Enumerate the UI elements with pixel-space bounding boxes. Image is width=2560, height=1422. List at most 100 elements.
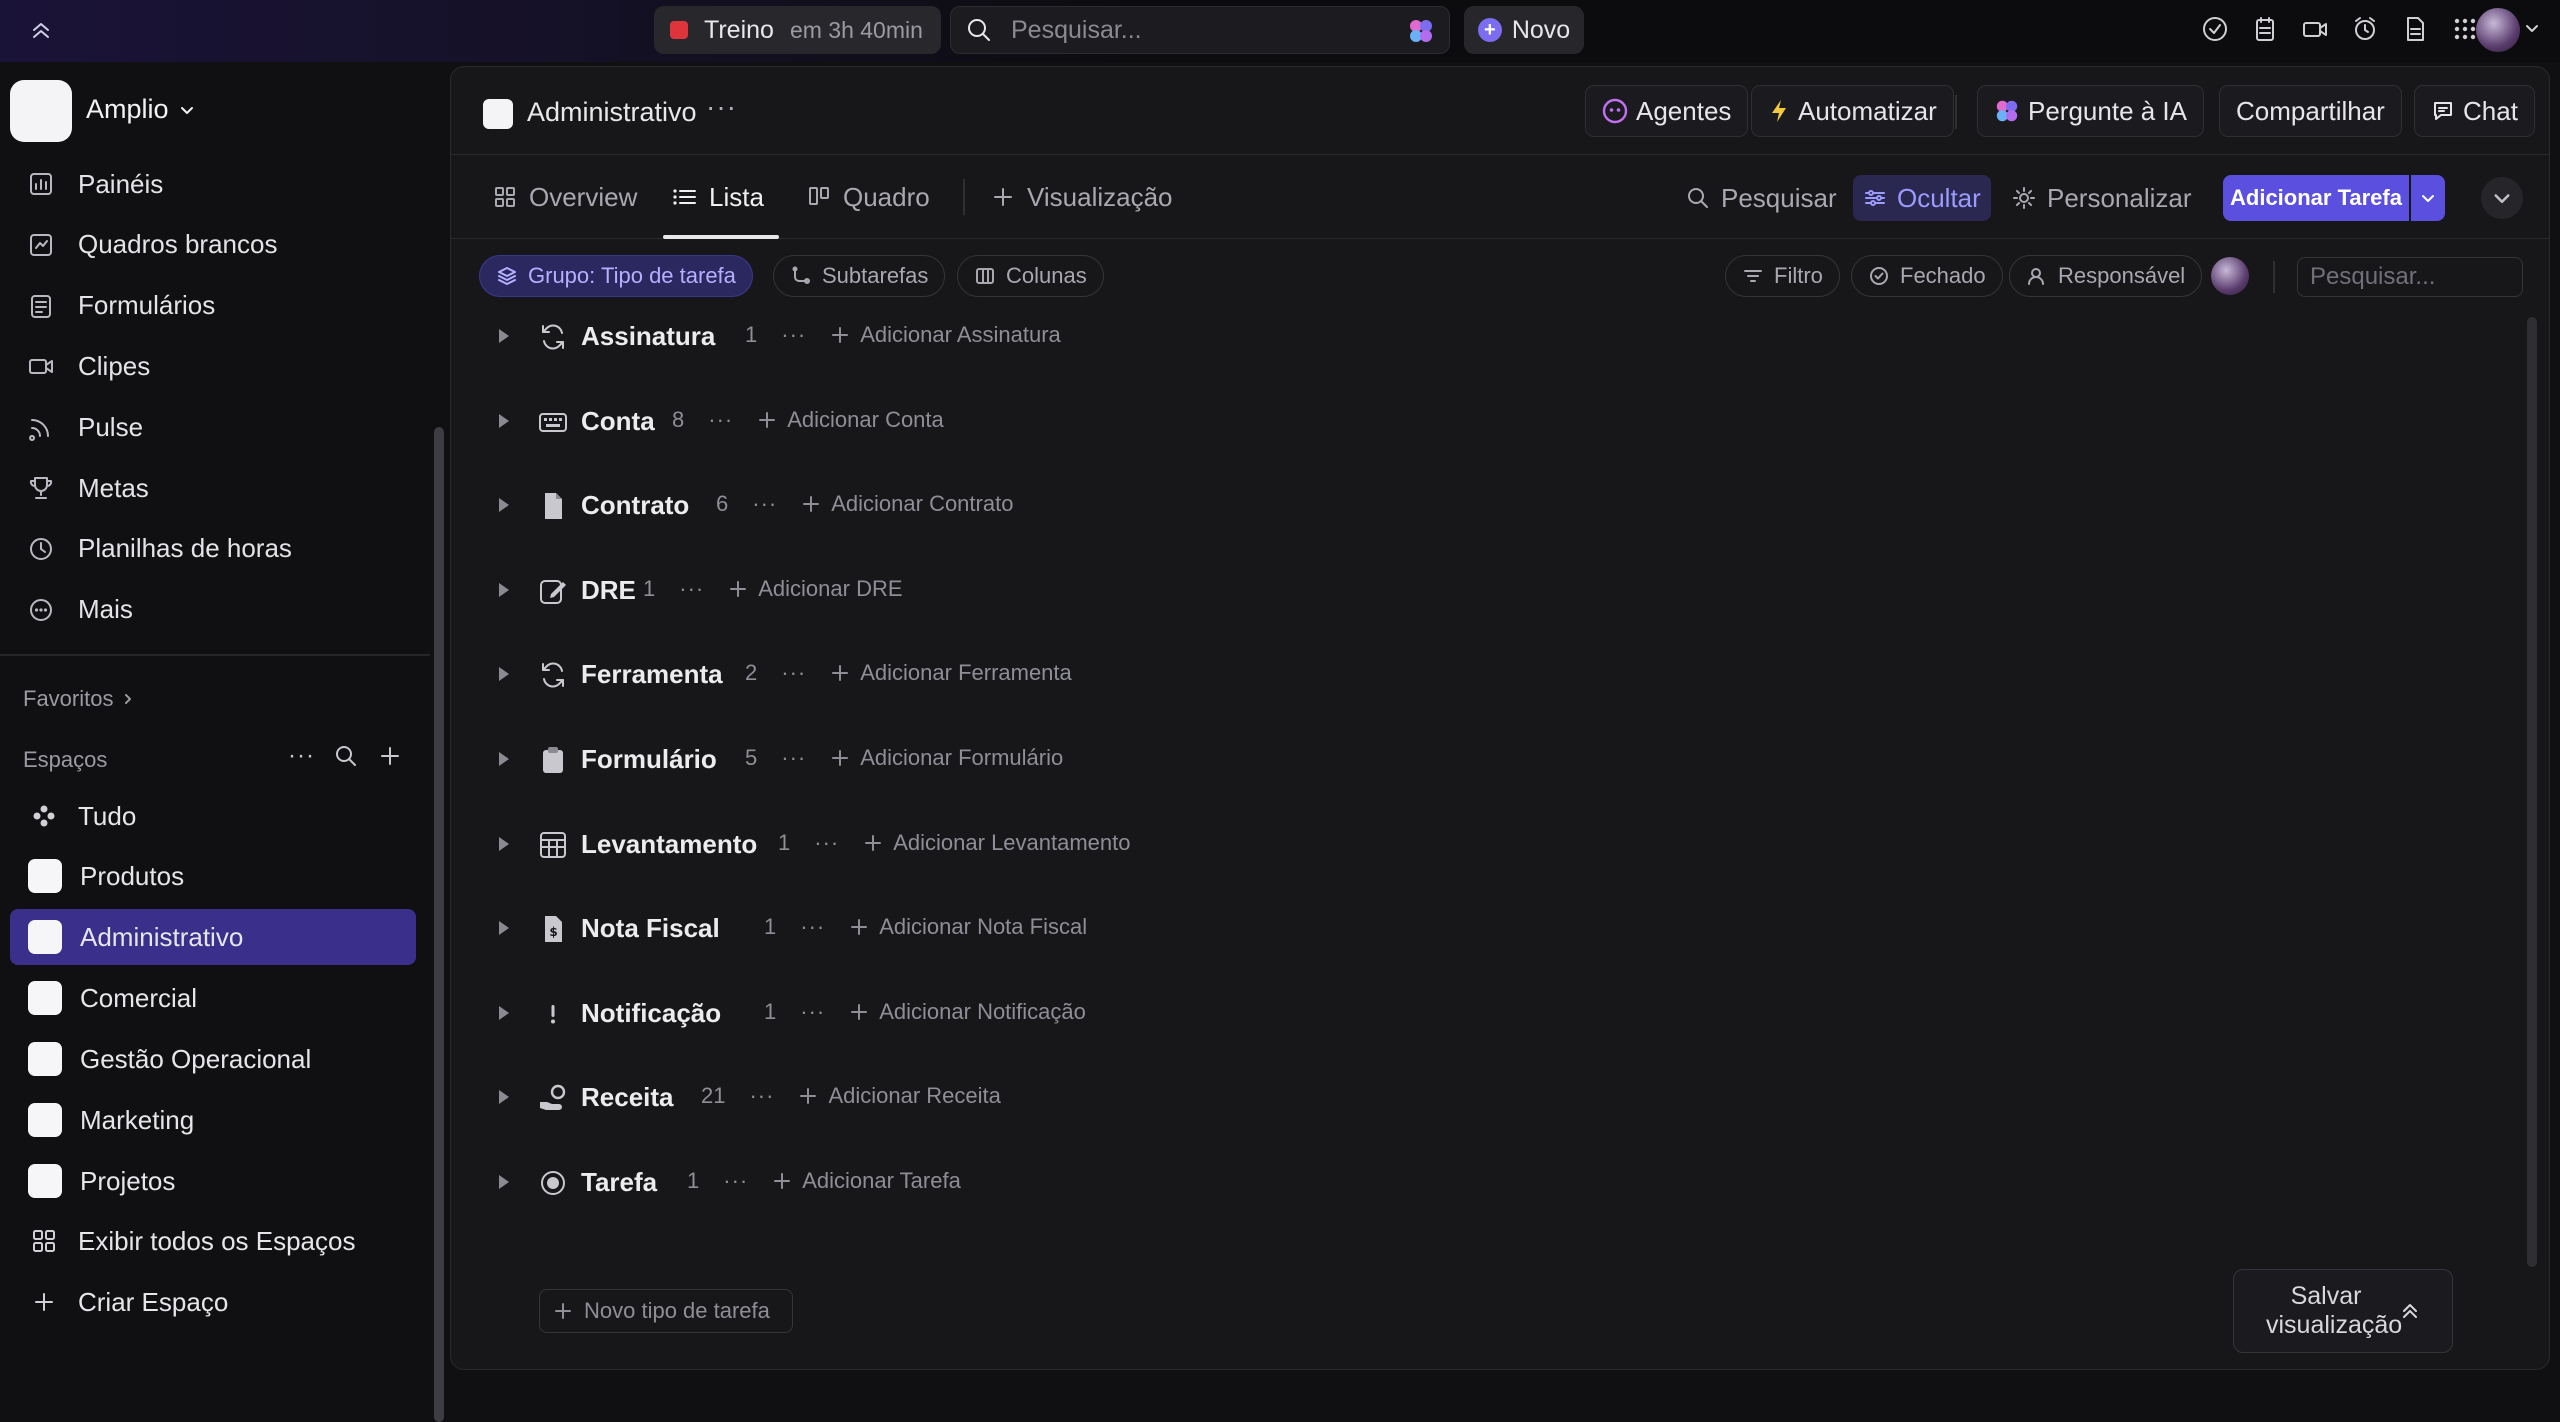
group-title[interactable]: Nota Fiscal <box>581 913 720 944</box>
closed-chip[interactable]: Fechado <box>1851 255 2003 297</box>
share-button[interactable]: Compartilhar <box>2219 85 2402 137</box>
space-item-marketing[interactable]: Marketing <box>10 1092 416 1148</box>
group-row[interactable]: Conta 8 ··· Adicionar Conta <box>451 392 2511 452</box>
sidebar-item-pulse[interactable]: Pulse <box>0 401 440 453</box>
more-icon[interactable]: ··· <box>749 1083 774 1109</box>
group-row[interactable]: Notificação 1 ··· Adicionar Notificação <box>451 984 2511 1044</box>
columns-chip[interactable]: Colunas <box>957 255 1104 297</box>
group-title[interactable]: Notificação <box>581 998 721 1029</box>
notepad-icon[interactable] <box>2250 14 2280 44</box>
group-title[interactable]: Assinatura <box>581 321 715 352</box>
group-title[interactable]: DRE <box>581 575 636 606</box>
filter-chip[interactable]: Filtro <box>1725 255 1840 297</box>
group-title[interactable]: Contrato <box>581 490 689 521</box>
sidebar-scrollbar[interactable] <box>434 427 444 1422</box>
timer-pill[interactable]: Treino em 3h 40min <box>654 6 941 54</box>
add-to-group-button[interactable]: Adicionar DRE <box>728 576 903 602</box>
tab-list[interactable]: Lista <box>671 155 764 239</box>
add-to-group-button[interactable]: Adicionar Nota Fiscal <box>849 914 1087 940</box>
save-view-button[interactable]: Salvar visualização <box>2233 1269 2453 1353</box>
more-icon[interactable]: ··· <box>723 1168 748 1194</box>
subtasks-chip[interactable]: Subtarefas <box>773 255 946 297</box>
view-all-spaces[interactable]: Exibir todos os Espaços <box>10 1213 416 1269</box>
new-button[interactable]: + Novo <box>1464 6 1584 54</box>
favorites-header[interactable]: Favoritos <box>23 686 135 712</box>
collapse-button[interactable] <box>2481 177 2523 219</box>
group-title[interactable]: Formulário <box>581 744 717 775</box>
top-search-input[interactable]: Pesquisar... <box>950 6 1450 54</box>
chat-button[interactable]: Chat <box>2414 85 2535 137</box>
add-to-group-button[interactable]: Adicionar Ferramenta <box>830 660 1072 686</box>
video-icon[interactable] <box>2300 14 2330 44</box>
space-item-all[interactable]: Tudo <box>10 788 416 844</box>
plus-icon[interactable] <box>377 743 403 769</box>
more-icon[interactable]: ··· <box>706 91 737 123</box>
group-by-chip[interactable]: Grupo: Tipo de tarefa <box>479 255 753 297</box>
group-row[interactable]: Formulário 5 ··· Adicionar Formulário <box>451 730 2511 790</box>
sidebar-item-forms[interactable]: Formulários <box>0 280 440 332</box>
tab-add-view[interactable]: Visualização <box>991 155 1173 239</box>
group-row[interactable]: Contrato 6 ··· Adicionar Contrato <box>451 476 2511 536</box>
add-task-button[interactable]: Adicionar Tarefa <box>2223 175 2409 221</box>
add-to-group-button[interactable]: Adicionar Contrato <box>801 491 1013 517</box>
space-item-projetos[interactable]: Projetos <box>10 1153 416 1209</box>
group-row[interactable]: Tarefa 1 ··· Adicionar Tarefa <box>451 1153 2511 1213</box>
assignee-chip[interactable]: Responsável <box>2009 255 2203 297</box>
add-to-group-button[interactable]: Adicionar Levantamento <box>863 830 1131 856</box>
more-icon[interactable]: ··· <box>288 742 315 770</box>
agents-button[interactable]: Agentes <box>1585 85 1749 137</box>
filter-search-input[interactable]: Pesquisar... <box>2297 257 2523 297</box>
expand-arrow-icon[interactable] <box>499 752 509 766</box>
more-icon[interactable]: ··· <box>781 322 806 348</box>
more-icon[interactable]: ··· <box>708 407 733 433</box>
expand-arrow-icon[interactable] <box>499 921 509 936</box>
chevron-down-icon[interactable] <box>2524 20 2540 36</box>
new-task-type-button[interactable]: Novo tipo de tarefa <box>539 1289 793 1333</box>
search-tool-button[interactable]: Pesquisar <box>1675 175 1847 221</box>
main-scrollbar[interactable] <box>2527 317 2537 1267</box>
search-icon[interactable] <box>333 743 359 769</box>
tab-board[interactable]: Quadro <box>807 155 930 239</box>
expand-arrow-icon[interactable] <box>499 1090 509 1105</box>
customize-button[interactable]: Personalizar <box>2001 175 2202 221</box>
more-icon[interactable]: ··· <box>752 491 777 517</box>
group-row[interactable]: $ Nota Fiscal 1 ··· Adicionar Nota Fiscal <box>451 899 2511 959</box>
expand-arrow-icon[interactable] <box>499 1175 509 1189</box>
add-to-group-button[interactable]: Adicionar Formulário <box>830 745 1063 771</box>
stop-icon[interactable] <box>670 21 688 39</box>
add-to-group-button[interactable]: Adicionar Conta <box>757 407 944 433</box>
workspace-logo[interactable] <box>10 80 72 142</box>
add-to-group-button[interactable]: Adicionar Receita <box>798 1083 1001 1109</box>
user-avatar[interactable] <box>2476 8 2520 52</box>
ai-sparkle-icon[interactable] <box>1407 17 1435 45</box>
more-icon[interactable]: ··· <box>814 830 839 856</box>
group-title[interactable]: Ferramenta <box>581 659 723 690</box>
space-item-administrativo[interactable]: Administrativo <box>10 909 416 965</box>
expand-arrow-icon[interactable] <box>499 329 509 343</box>
sidebar-item-more[interactable]: Mais <box>0 584 440 636</box>
add-to-group-button[interactable]: Adicionar Notificação <box>849 999 1086 1025</box>
space-item-produtos[interactable]: Produtos <box>10 848 416 904</box>
page-title[interactable]: Administrativo <box>527 97 697 128</box>
expand-arrow-icon[interactable] <box>499 582 509 597</box>
sidebar-item-whiteboards[interactable]: Quadros brancos <box>0 219 440 271</box>
more-icon[interactable]: ··· <box>781 745 806 771</box>
sidebar-item-dashboards[interactable]: Painéis <box>0 158 440 210</box>
space-item-gestao-operacional[interactable]: Gestão Operacional <box>10 1031 416 1087</box>
group-title[interactable]: Levantamento <box>581 829 757 860</box>
create-space[interactable]: Criar Espaço <box>10 1274 416 1330</box>
more-icon[interactable]: ··· <box>800 999 825 1025</box>
sidebar-item-goals[interactable]: Metas <box>0 462 440 514</box>
group-row[interactable]: Receita 21 ··· Adicionar Receita <box>451 1068 2511 1128</box>
group-title[interactable]: Conta <box>581 406 655 437</box>
group-title[interactable]: Tarefa <box>581 1167 657 1198</box>
document-icon[interactable] <box>2400 14 2430 44</box>
group-row[interactable]: Levantamento 1 ··· Adicionar Levantamento <box>451 815 2511 875</box>
alarm-icon[interactable] <box>2350 14 2380 44</box>
more-icon[interactable]: ··· <box>800 914 825 940</box>
expand-arrow-icon[interactable] <box>499 667 509 682</box>
expand-arrow-icon[interactable] <box>499 413 509 428</box>
expand-arrow-icon[interactable] <box>499 498 509 513</box>
ask-ai-button[interactable]: Pergunte à IA <box>1977 85 2204 137</box>
assignee-avatar[interactable] <box>2211 257 2249 295</box>
